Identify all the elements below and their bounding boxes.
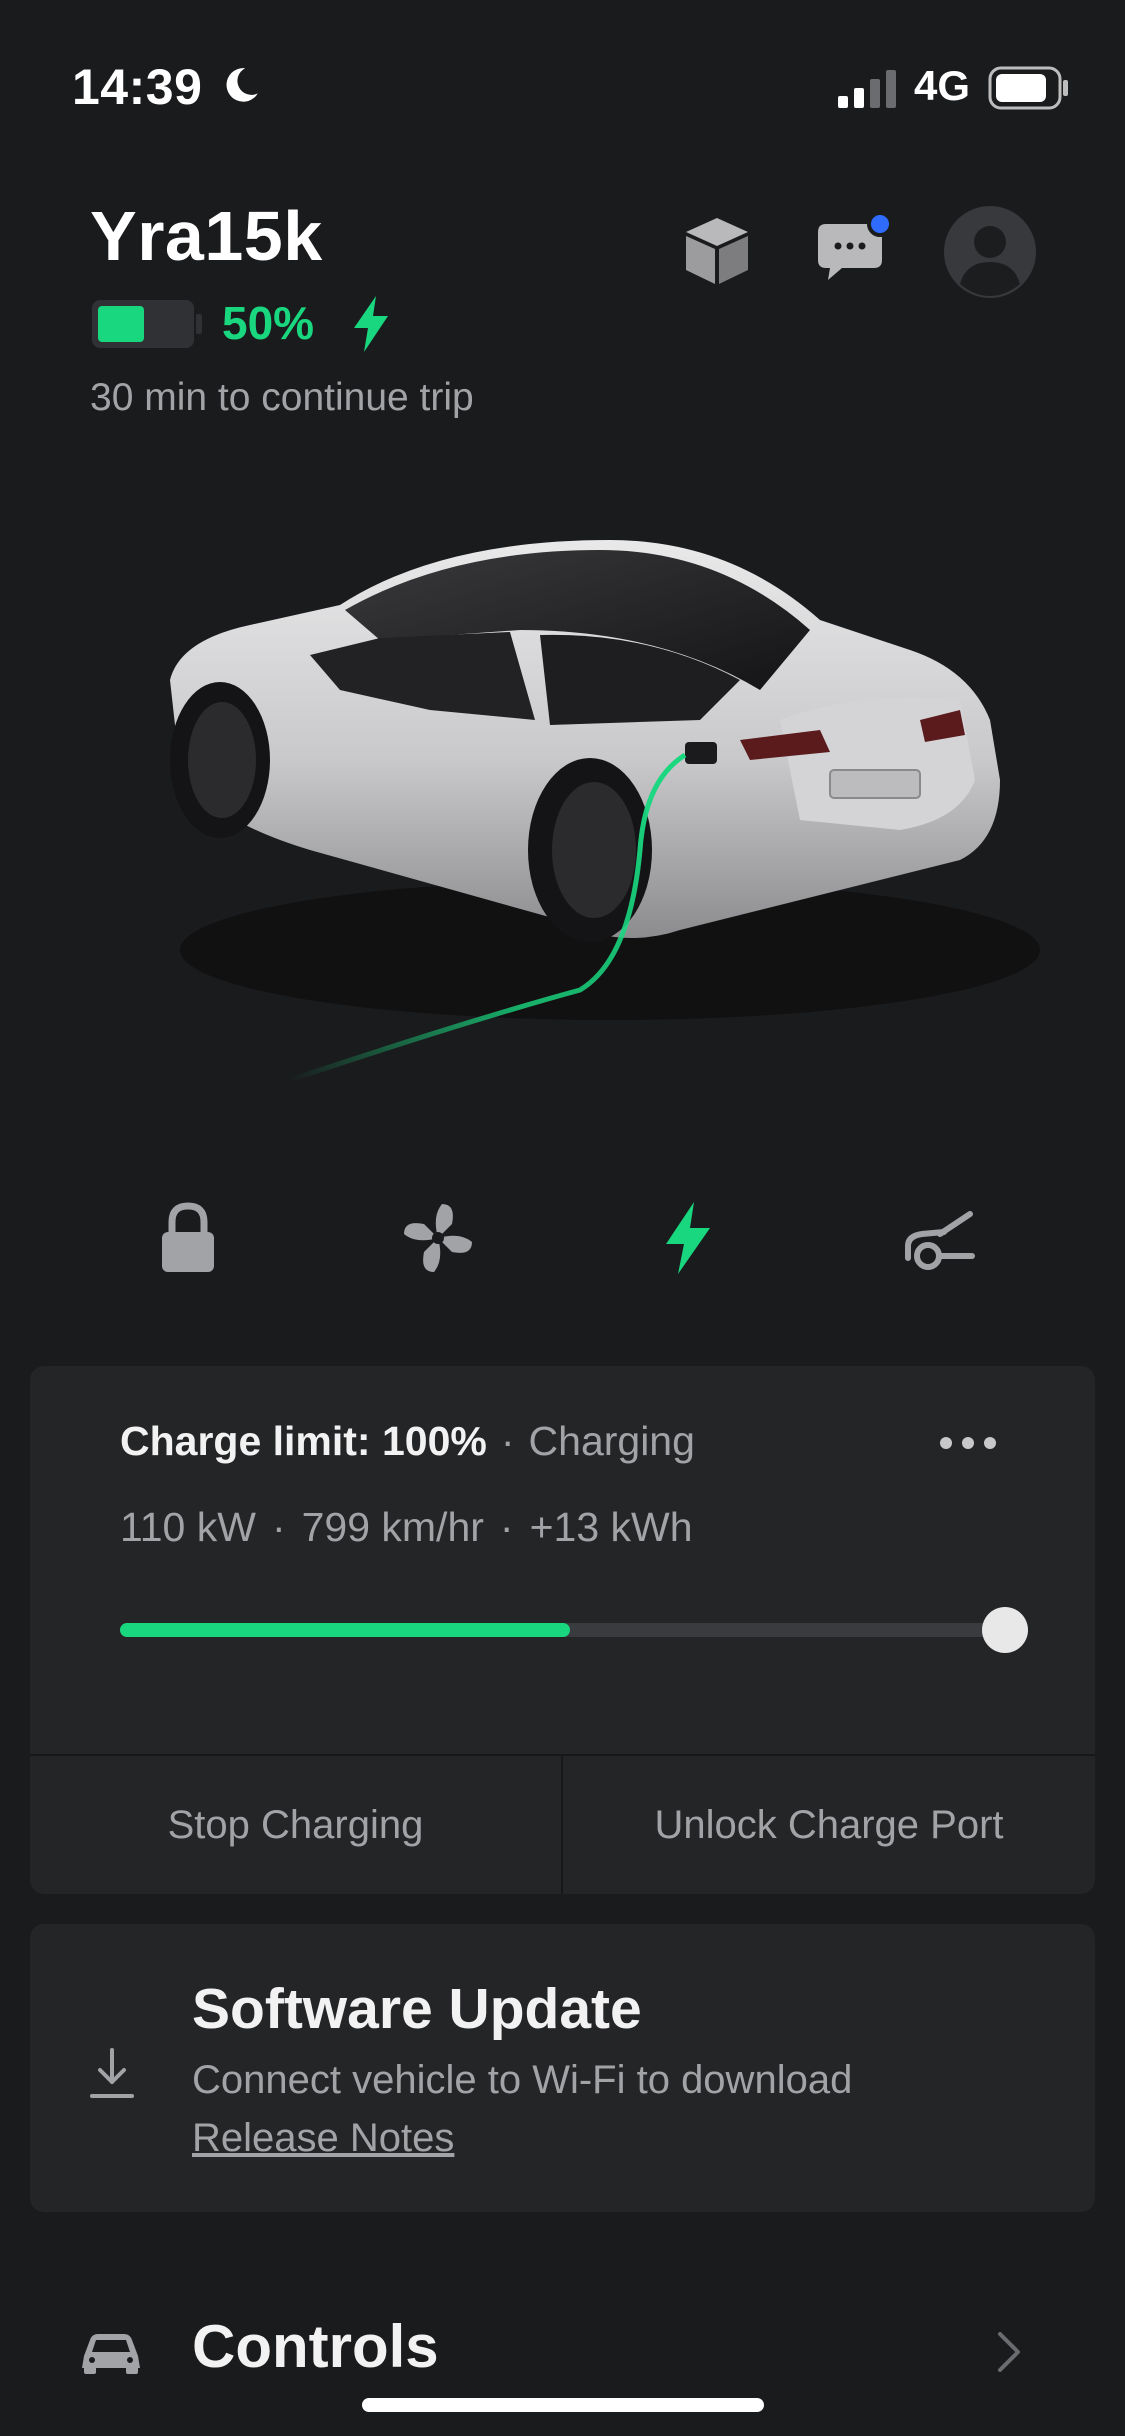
home-indicator[interactable] (362, 2398, 764, 2412)
controls-label[interactable]: Controls (192, 2312, 439, 2381)
battery-percent: 50% (222, 297, 315, 349)
download-icon (90, 2048, 134, 2098)
battery-icon (988, 66, 1068, 110)
vehicle-name[interactable]: Yra15k (90, 196, 323, 276)
charging-power: 110 kW (120, 1504, 256, 1550)
network-label: 4G (914, 62, 971, 109)
cube-icon[interactable] (680, 214, 754, 288)
car-icon (82, 2334, 140, 2374)
vehicle-image (170, 540, 1040, 1080)
charge-limit-label: Charge limit: (120, 1418, 371, 1464)
charge-limit-row[interactable]: Charge limit: 100% · Charging (120, 1418, 695, 1465)
charging-stats: 110 kW · 799 km/hr · +13 kWh (120, 1504, 693, 1550)
avatar-icon[interactable] (944, 206, 1036, 298)
charge-limit-slider-thumb[interactable] (982, 1607, 1028, 1653)
messages-button[interactable] (812, 210, 898, 290)
fan-icon[interactable] (398, 1198, 478, 1278)
charging-rate: 799 km/hr (301, 1504, 484, 1550)
charge-bolt-icon[interactable] (648, 1198, 728, 1278)
chat-icon (818, 211, 893, 280)
release-notes-link[interactable]: Release Notes (192, 2116, 454, 2161)
stop-charging-button[interactable]: Stop Charging (30, 1756, 561, 1894)
energy-added: +13 kWh (529, 1504, 693, 1550)
signal-icon (838, 70, 896, 108)
chevron-right-icon[interactable] (996, 2330, 1022, 2374)
vehicle-battery-icon (92, 300, 202, 348)
moon-icon (226, 68, 258, 102)
charging-card: Charge limit: 100% · Charging 110 kW · 799 k… (30, 1366, 1095, 1894)
frunk-icon[interactable] (900, 1198, 980, 1278)
update-title: Software Update (192, 1977, 642, 2041)
trip-status: 30 min to continue trip (90, 376, 474, 419)
notification-dot (867, 211, 893, 237)
more-options-icon[interactable] (930, 1418, 1006, 1468)
charge-limit-value: 100% (382, 1418, 487, 1464)
update-subtitle: Connect vehicle to Wi-Fi to download (192, 2058, 853, 2102)
software-update-card[interactable]: Software Update Connect vehicle to Wi-Fi… (30, 1924, 1095, 2212)
unlock-charge-port-button[interactable]: Unlock Charge Port (563, 1756, 1095, 1894)
lock-icon[interactable] (148, 1198, 228, 1278)
charging-status: Charging (528, 1418, 695, 1464)
status-time: 14:39 (72, 59, 203, 115)
charge-level-fill (120, 1623, 570, 1637)
charging-bolt-icon (354, 296, 388, 352)
